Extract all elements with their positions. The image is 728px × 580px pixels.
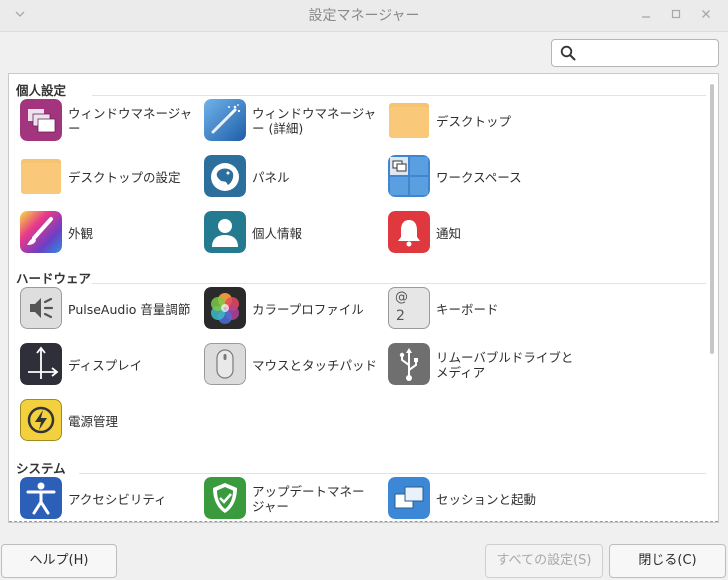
power-icon [20,399,62,441]
item-pulseaudio[interactable]: PulseAudio 音量調節 [18,284,198,334]
item-label: キーボード [436,301,499,317]
search-box[interactable] [551,39,719,67]
user-info-icon [204,211,246,253]
keyboard-key-icon: @ 2 [388,287,430,329]
item-panel[interactable]: パネル [202,152,382,202]
item-label: パネル [252,169,290,185]
item-label: アクセシビリティ [68,491,167,507]
appearance-icon [20,211,62,253]
item-color-profile[interactable]: カラープロファイル [202,284,382,334]
mouse-icon [204,343,246,385]
desktop-settings-folder-icon [20,155,62,197]
item-keyboard[interactable]: @ 2 キーボード [386,284,566,334]
item-label: マウスとタッチパッド [252,357,378,373]
accessibility-icon [20,477,62,519]
session-icon [388,477,430,519]
item-desktop-settings[interactable]: デスクトップの設定 [18,152,198,202]
settings-panel: 個人設定 ウィンドウマネージャー ウィンドウマネージャー (詳細) デスクトップ… [8,73,719,523]
item-label: PulseAudio 音量調節 [68,301,191,317]
item-label: ウィンドウマネージャー [68,106,193,136]
minimize-button[interactable] [636,6,656,26]
item-desktop[interactable]: デスクトップ [386,96,566,146]
usb-icon [388,343,430,385]
close-button[interactable]: 閉じる(C) [609,544,726,578]
item-label: デスクトップの設定 [68,169,181,185]
maximize-button[interactable] [666,6,686,26]
workspaces-icon [388,155,430,197]
item-label: カラープロファイル [252,301,364,317]
item-label: セッションと起動 [436,491,537,507]
key-top-glyph: @ [395,290,408,305]
item-label: 電源管理 [68,413,119,429]
display-icon [20,343,62,385]
help-button[interactable]: ヘルプ(H) [1,544,117,578]
item-appearance[interactable]: 外観 [18,208,198,258]
window-manager-tweaks-icon [204,99,246,141]
item-display[interactable]: ディスプレイ [18,340,198,390]
desktop-folder-icon [388,99,430,141]
search-input[interactable] [582,42,712,64]
item-label: 通知 [436,225,462,241]
item-user-info[interactable]: 個人情報 [202,208,382,258]
update-shield-icon [204,477,246,519]
item-label: ワークスペース [436,169,522,185]
item-label: リムーバブルドライブとメディア [436,350,574,380]
window-manager-icon [20,99,62,141]
color-profile-icon [204,287,246,329]
panel-icon [204,155,246,197]
item-label: ディスプレイ [68,357,143,373]
item-label: ウィンドウマネージャー (詳細) [252,106,377,136]
scroll-edge-indicator [9,521,718,522]
item-notifications[interactable]: 通知 [386,208,566,258]
item-mouse-touchpad[interactable]: マウスとタッチパッド [202,340,382,390]
item-removable-drives[interactable]: リムーバブルドライブとメディア [386,340,573,390]
item-accessibility[interactable]: アクセシビリティ [18,474,198,522]
speaker-icon [20,287,62,329]
item-session-startup[interactable]: セッションと起動 [386,474,566,522]
item-workspaces[interactable]: ワークスペース [386,152,566,202]
item-label: 外観 [68,225,94,241]
item-window-manager[interactable]: ウィンドウマネージャー [18,96,198,146]
title-bar: 設定マネージャー [0,0,728,32]
notification-bell-icon [388,211,430,253]
item-label: デスクトップ [436,113,512,129]
window-title: 設定マネージャー [308,8,420,24]
item-update-manager[interactable]: アップデートマネージャー [202,474,382,522]
item-window-manager-tweaks[interactable]: ウィンドウマネージャー (詳細) [202,96,382,146]
scrollbar[interactable] [710,84,714,354]
close-window-button[interactable] [696,6,716,26]
key-bottom-glyph: 2 [396,308,405,324]
item-label: 個人情報 [252,225,303,241]
all-settings-button[interactable]: すべての設定(S) [485,544,603,578]
item-power-manager[interactable]: 電源管理 [18,396,198,446]
item-label: アップデートマネージャー [252,484,365,514]
search-icon [560,45,576,61]
